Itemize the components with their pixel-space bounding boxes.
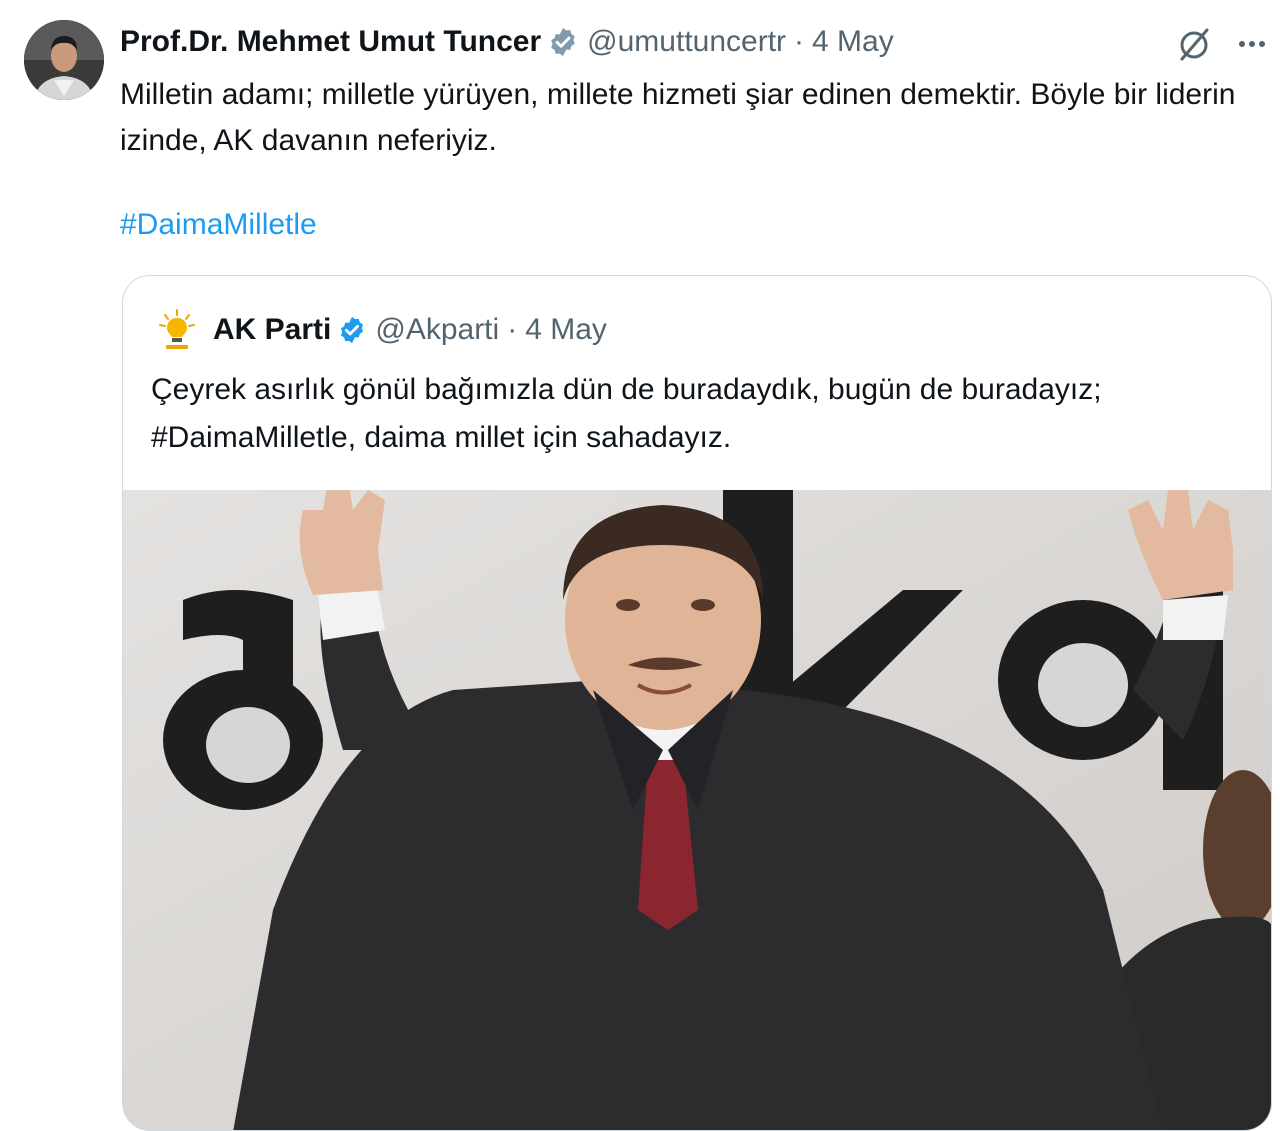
quoted-author-name[interactable]: AK Parti — [213, 313, 331, 347]
separator-dot: · — [794, 25, 805, 58]
quoted-text: Çeyrek asırlık gönül bağımızla dün de bu… — [151, 373, 1102, 454]
more-options-icon[interactable] — [1232, 26, 1272, 62]
tweet-date[interactable]: 4 May — [812, 25, 894, 59]
hashtag-link[interactable]: #DaimaMilletle — [120, 202, 317, 248]
separator-dot: · — [507, 313, 518, 346]
avatar-image — [24, 20, 104, 100]
tweet-text: Milletin adamı; milletle yürüyen, millet… — [120, 78, 1236, 157]
author-name[interactable]: Prof.Dr. Mehmet Umut Tuncer — [120, 25, 541, 59]
quoted-header: AK Parti @Akparti · 4 May — [157, 308, 607, 352]
verified-badge-icon — [341, 316, 364, 344]
author-handle[interactable]: @umuttuncertr — [587, 25, 786, 59]
quoted-handle[interactable]: @Akparti — [375, 313, 499, 347]
grok-icon[interactable] — [1174, 24, 1214, 64]
quoted-date[interactable]: 4 May — [525, 313, 607, 347]
author-avatar[interactable] — [24, 20, 104, 100]
quoted-tweet[interactable]: AK Parti @Akparti · 4 May Çeyrek asırlık… — [122, 275, 1272, 1131]
quoted-media-image[interactable] — [123, 490, 1271, 1130]
tweet-header: Prof.Dr. Mehmet Umut Tuncer @umuttuncert… — [120, 22, 894, 62]
ak-parti-lightbulb-icon — [159, 309, 195, 349]
verified-badge-icon — [551, 28, 575, 56]
photo-man-waving — [123, 490, 1271, 1130]
tweet: Prof.Dr. Mehmet Umut Tuncer @umuttuncert… — [0, 0, 1280, 1131]
